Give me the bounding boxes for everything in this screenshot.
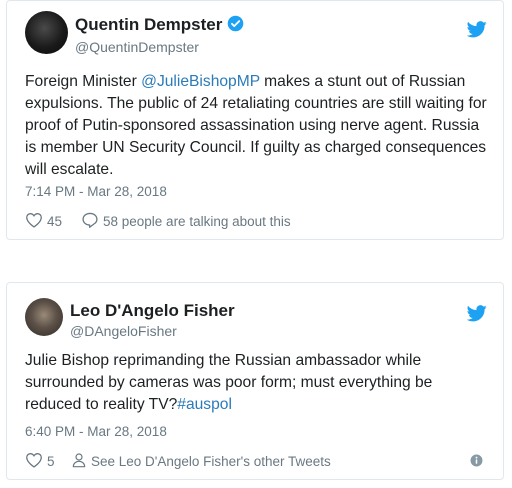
tweet-actions: 5 See Leo D'Angelo Fisher's other Tweets: [25, 452, 489, 472]
author-name-text[interactable]: Quentin Dempster: [75, 15, 222, 34]
tweet-text: Foreign Minister @JulieBishopMP makes a …: [25, 71, 489, 181]
verified-badge-icon: [227, 15, 244, 37]
twitter-bird-icon[interactable]: [466, 21, 487, 43]
twitter-bird-icon[interactable]: [466, 305, 487, 327]
conversation-link[interactable]: 58 people are talking about this: [81, 212, 291, 231]
author-handle[interactable]: @QuentinDempster: [75, 39, 199, 55]
avatar[interactable]: [25, 11, 68, 54]
tweet-timestamp[interactable]: 6:40 PM - Mar 28, 2018: [25, 424, 167, 439]
hashtag-link[interactable]: #auspol: [177, 396, 232, 413]
tweet-card: Quentin Dempster @QuentinDempster Foreig…: [6, 0, 504, 240]
like-count: 5: [47, 454, 55, 469]
speech-bubble-icon: [81, 212, 103, 231]
profile-link-text: See Leo D'Angelo Fisher's other Tweets: [91, 454, 331, 469]
author-handle[interactable]: @DAngeloFisher: [70, 323, 177, 339]
heart-icon: [25, 212, 47, 231]
mention-link[interactable]: @JulieBishopMP: [141, 73, 260, 90]
like-button[interactable]: 5: [25, 452, 55, 471]
tweet-card: Leo D'Angelo Fisher @DAngeloFisher Julie…: [6, 282, 504, 480]
conversation-text: 58 people are talking about this: [103, 214, 291, 229]
like-button[interactable]: 45: [25, 212, 62, 231]
author-name[interactable]: Leo D'Angelo Fisher: [70, 301, 235, 321]
person-icon: [71, 452, 91, 471]
author-name[interactable]: Quentin Dempster: [75, 15, 244, 37]
tweet-timestamp[interactable]: 7:14 PM - Mar 28, 2018: [25, 184, 167, 199]
avatar[interactable]: [25, 298, 63, 336]
tweet-text-part: Foreign Minister: [25, 73, 142, 90]
like-count: 45: [47, 214, 63, 229]
tweet-text: Julie Bishop reprimanding the Russian am…: [25, 350, 489, 416]
profile-link[interactable]: See Leo D'Angelo Fisher's other Tweets: [71, 452, 331, 471]
tweet-actions: 45 58 people are talking about this: [25, 212, 489, 232]
heart-icon: [25, 452, 47, 471]
info-icon[interactable]: [470, 454, 483, 470]
